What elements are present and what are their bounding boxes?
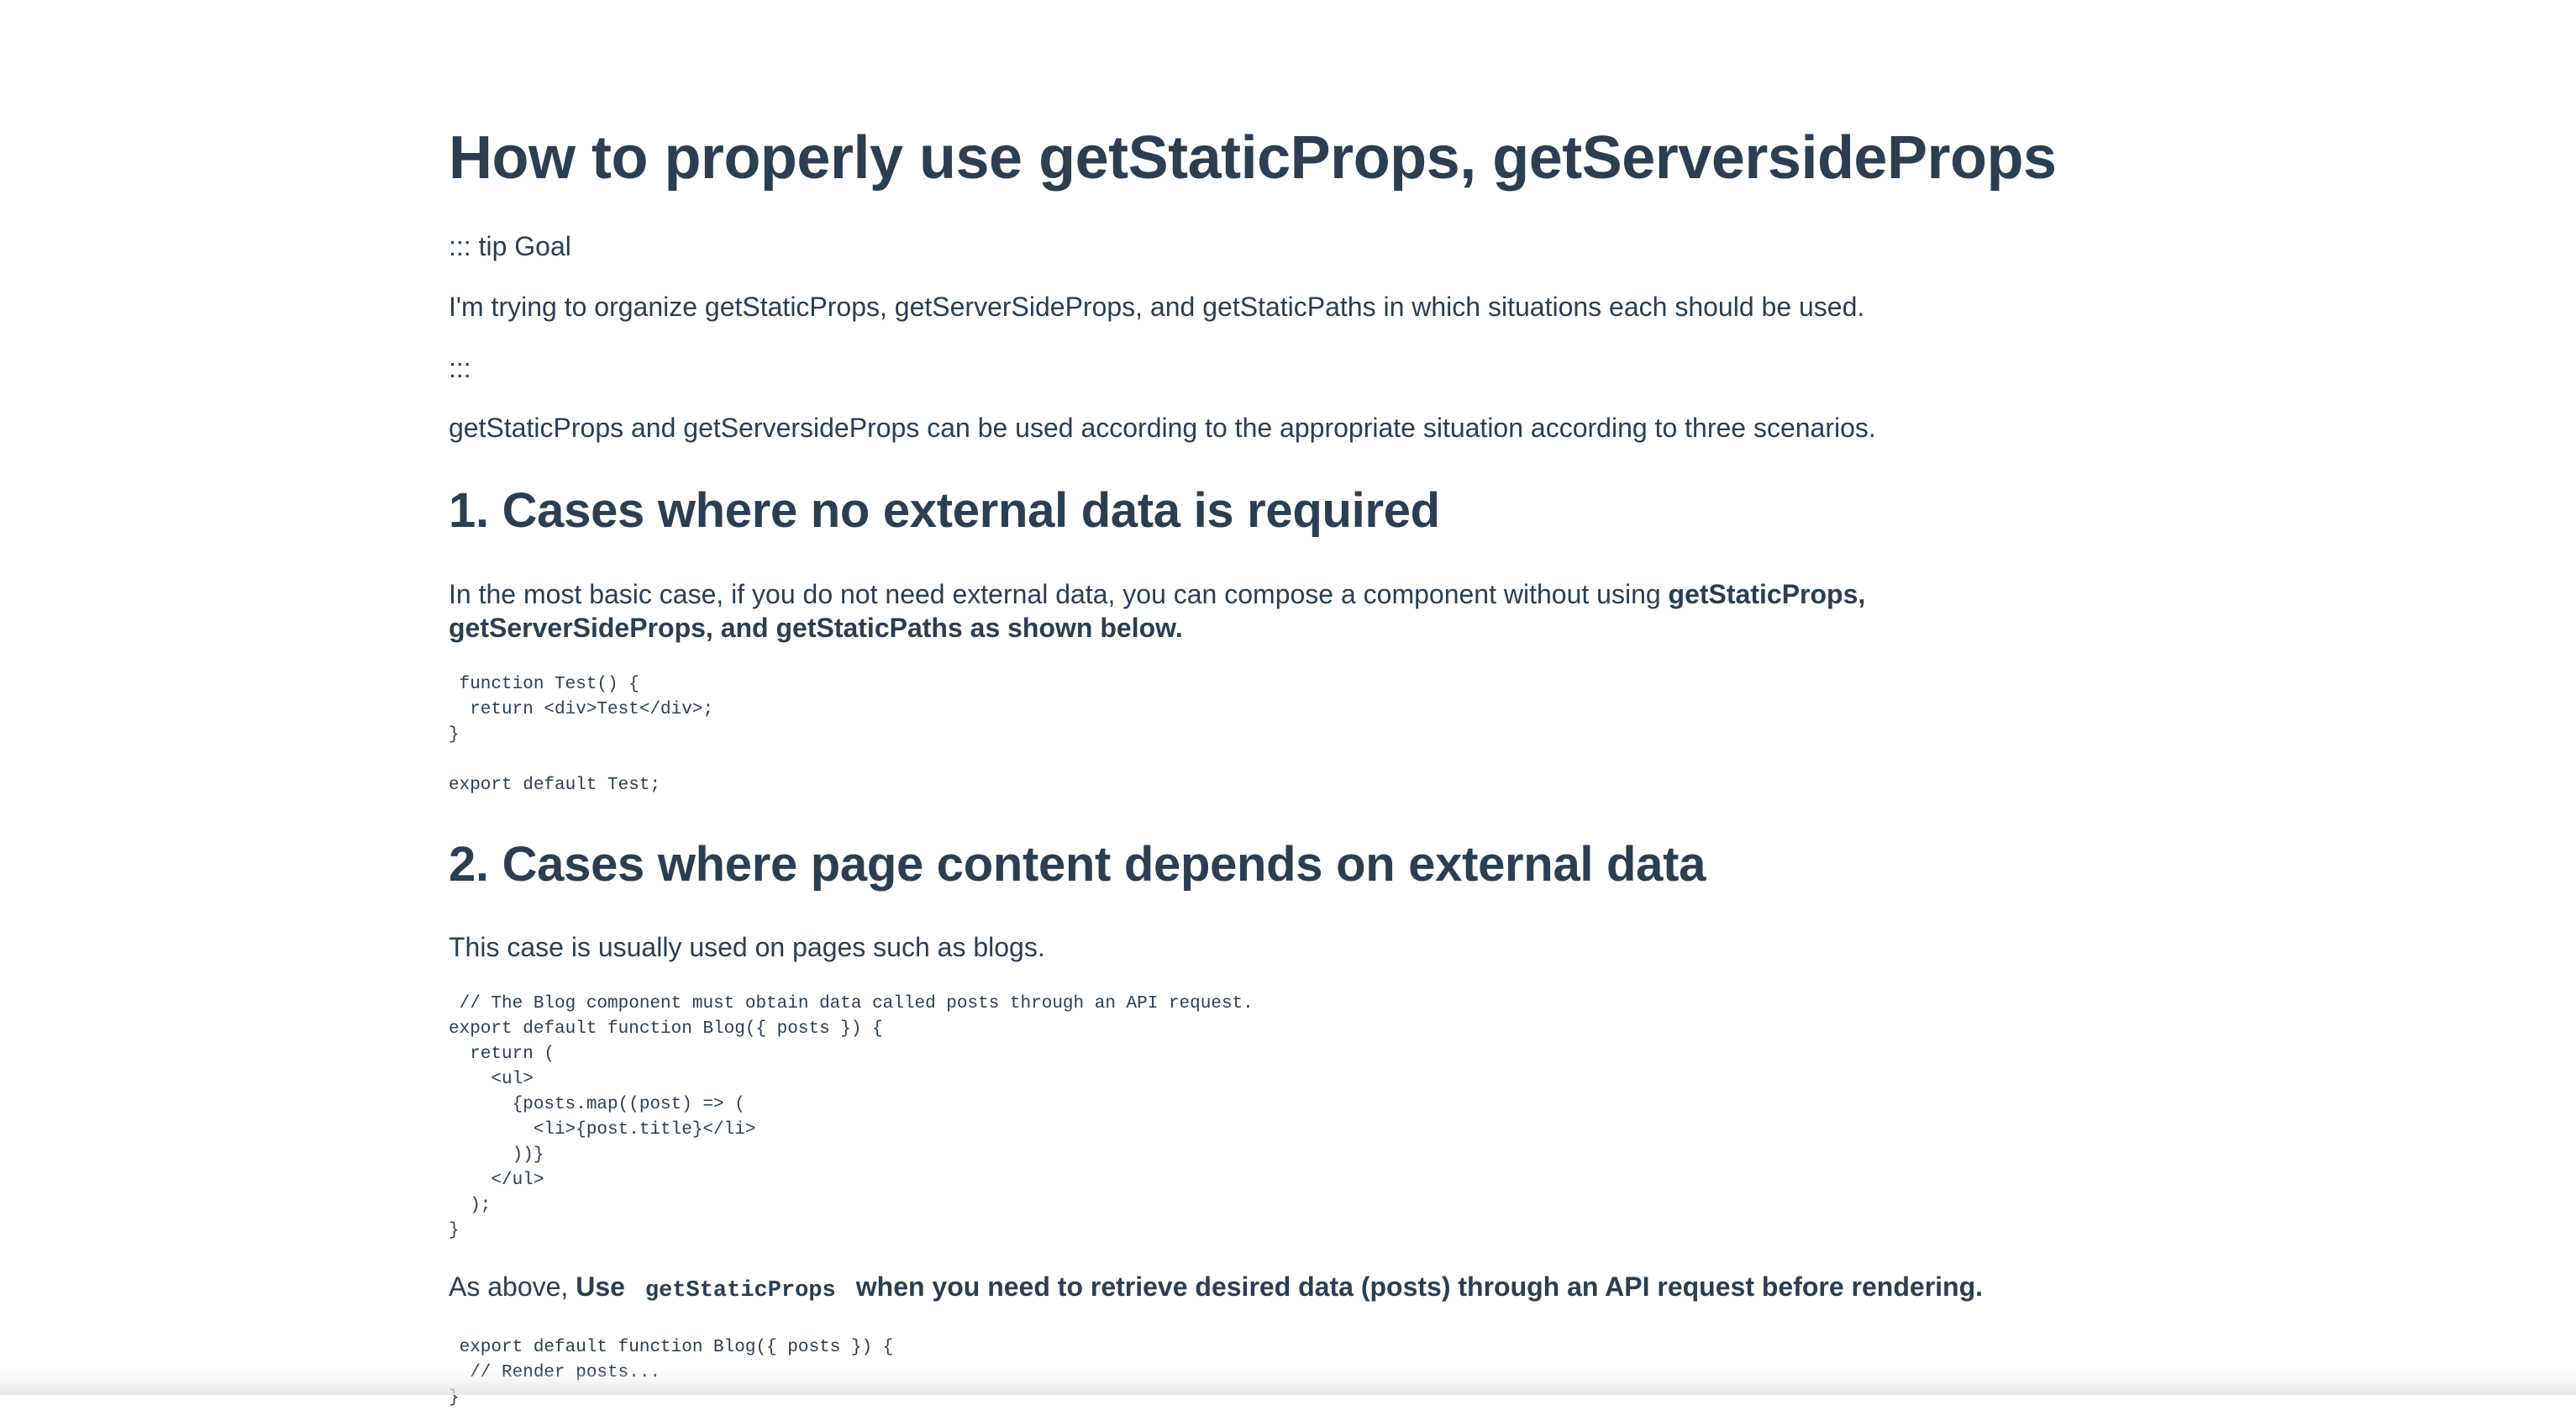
section2-paragraph: This case is usually used on pages such … bbox=[449, 932, 1045, 962]
section2-heading: 2. Cases where page content depends on e… bbox=[449, 837, 1706, 892]
section2-code-block: // The Blog component must obtain data c… bbox=[449, 994, 1254, 1240]
bottom-fade bbox=[0, 1370, 2576, 1395]
section1-code-block: function Test() { return <div>Test</div>… bbox=[449, 675, 714, 795]
section1-text: In the most basic case, if you do not ne… bbox=[449, 579, 1669, 609]
tip-open-marker: ::: tip Goal bbox=[449, 231, 571, 261]
after-text: As above, bbox=[449, 1271, 576, 1302]
section1-bold-text-2: getServerSideProps, and getStaticPaths a… bbox=[449, 613, 1183, 643]
section1-bold-text-1: getStaticProps, bbox=[1668, 579, 1866, 609]
after-bold-1: Use bbox=[576, 1271, 625, 1302]
section1-paragraph: In the most basic case, if you do not ne… bbox=[449, 577, 1865, 611]
tip-close-marker: ::: bbox=[449, 353, 471, 383]
page-title: How to properly use getStaticProps, getS… bbox=[449, 124, 2057, 192]
section2-after-paragraph: As above, Use getStaticProps when you need… bbox=[449, 1270, 1983, 1308]
tip-body: I'm trying to organize getStaticProps, g… bbox=[449, 292, 1865, 322]
after-bold-2: when you need to retrieve desired data (… bbox=[855, 1271, 1984, 1302]
intro-paragraph: getStaticProps and getServersideProps ca… bbox=[449, 413, 1876, 443]
section1-heading: 1. Cases where no external data is requi… bbox=[449, 483, 1440, 538]
inline-code: getStaticProps bbox=[644, 1278, 836, 1303]
